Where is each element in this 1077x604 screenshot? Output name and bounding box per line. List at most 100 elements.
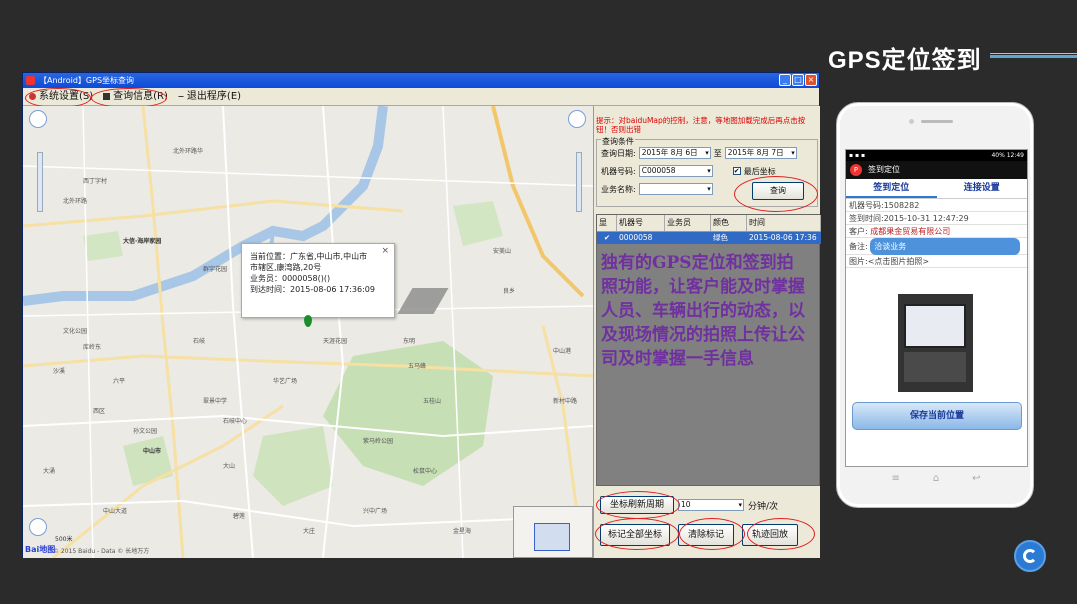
status-time: 12:49: [1006, 152, 1024, 159]
warning-text: 提示：对baiduMap的控制，注意，等地图加载完成后再点击按钮！否则出错: [596, 116, 806, 134]
map-label: 石岐: [193, 338, 206, 345]
refresh-period-select[interactable]: 10: [678, 499, 744, 511]
date-from-picker[interactable]: 2015年 8月 6日: [638, 147, 711, 159]
maximize-icon[interactable]: □: [792, 74, 804, 86]
map-label: 西丁字村: [83, 178, 108, 185]
highlight-oval-query: [91, 88, 167, 108]
query-group-title: 查询条件: [601, 136, 635, 147]
query-panel: 提示：对baiduMap的控制，注意，等地图加载完成后再点击按钮！否则出错 查询…: [593, 106, 821, 558]
photo-line: 图片:<点击图片拍照>: [846, 255, 1027, 268]
zoom-slider-right[interactable]: [576, 152, 582, 212]
map-view[interactable]: 北外环路 北外环路华 西丁字村 大信·海岸家园 群宇花园 文化公园 石岐 中山市…: [23, 106, 593, 558]
map-label: 西区: [93, 408, 106, 415]
feature-callout: 独有的GPS定位和签到拍照功能，让客户能及时掌握人员、车辆出行的动态，以及现场情…: [601, 253, 805, 369]
row-color[interactable]: 绿色: [711, 232, 747, 244]
map-label: 碧莲: [233, 513, 246, 520]
map-label: 六平: [113, 378, 126, 385]
map-label: 翠景中学: [203, 398, 228, 405]
customer-label: 客户:: [849, 227, 868, 236]
device-line: 机器号码:1508282: [846, 199, 1027, 212]
baidu-logo: Bai地图: [25, 545, 56, 554]
popup-line: 市辖区,康湾路,20号: [250, 263, 322, 272]
tab-signin[interactable]: 签到定位: [846, 179, 937, 198]
slide-title: GPS定位签到: [828, 47, 982, 74]
map-label: 华艺广场: [273, 378, 298, 385]
pan-control-left[interactable]: [29, 110, 47, 128]
map-label: 北外环路: [63, 198, 88, 205]
row-show-checkbox[interactable]: ✔: [597, 232, 617, 244]
minimap-viewport[interactable]: [534, 523, 570, 551]
map-label: 大涌: [43, 468, 56, 475]
pan-control-bottom[interactable]: [29, 518, 47, 536]
brand-logo-icon: [1014, 540, 1046, 572]
map-scale: 500米: [55, 536, 73, 543]
popup-line: 业务员：0000058()(): [250, 274, 331, 283]
close-icon[interactable]: ×: [805, 74, 817, 86]
menu-key-icon[interactable]: ≡: [891, 473, 899, 484]
customer-line[interactable]: 客户: 成都果金贸易有限公司: [846, 225, 1027, 238]
phone-mockup: ▪ ▪ ▪ 40% 12:49 P 签到定位 签到定位 连接设置 机器号码:15…: [836, 102, 1034, 508]
zoom-slider[interactable]: [37, 152, 43, 212]
grid-col-device[interactable]: 机器号: [617, 215, 665, 231]
grid-col-color[interactable]: 颜色: [711, 215, 747, 231]
highlight-oval-query-button: [734, 176, 818, 212]
phone-softkeys: ≡ ⌂ ↩: [837, 473, 1035, 484]
map-label: 五马峰: [408, 363, 427, 370]
window-titlebar[interactable]: 【Android】GPS坐标查询 _ □ ×: [23, 73, 819, 88]
map-label: 群宇花园: [203, 266, 228, 273]
photo-thumbnail[interactable]: [898, 294, 973, 392]
grid-col-show[interactable]: 显示: [597, 215, 617, 241]
tab-connection[interactable]: 连接设置: [937, 179, 1028, 198]
result-grid: 显示 机器号 业务员 颜色 时间 ✔ 0000058 绿色 2015-08-06…: [596, 214, 821, 486]
grid-col-staff[interactable]: 业务员: [665, 215, 711, 231]
date-row: 查询日期: 2015年 8月 6日 至 2015年 8月 7日: [601, 147, 797, 159]
back-key-icon[interactable]: ↩: [972, 473, 980, 484]
device-select[interactable]: C000058: [638, 165, 713, 177]
minimize-icon[interactable]: _: [779, 74, 791, 86]
biz-label: 业务名称:: [601, 184, 636, 194]
exit-icon: [177, 96, 184, 97]
customer-value: 成都果金贸易有限公司: [870, 227, 951, 236]
table-row[interactable]: ✔ 0000058 绿色 2015-08-06 17:36: [597, 232, 821, 244]
map-roads: [23, 106, 593, 558]
grid-col-time[interactable]: 时间: [747, 215, 821, 231]
map-label: 沙溪: [53, 368, 66, 375]
desktop-window: 【Android】GPS坐标查询 _ □ × 系统设置(S) 查询信息(R) 退…: [22, 72, 821, 558]
title-rule-accent: [990, 53, 1077, 54]
map-label: 北外环路华: [173, 148, 204, 155]
menu-label: 退出程序(E): [186, 90, 242, 102]
map-label: 中山大道: [103, 508, 128, 515]
popup-line: 当前位置：广东省,中山市,中山市: [250, 252, 368, 261]
save-location-button[interactable]: 保存当前位置: [852, 402, 1022, 430]
popup-close-icon[interactable]: ×: [381, 246, 389, 257]
status-right: 40% 12:49: [991, 150, 1024, 161]
note-line: 备注: 洽谈业务: [846, 238, 1027, 255]
menu-exit[interactable]: 退出程序(E): [177, 88, 242, 105]
map-label: 库岭东: [83, 344, 102, 351]
biz-select[interactable]: [638, 183, 713, 195]
map-label: 天涯花园: [323, 338, 348, 345]
signin-time-line: 签到时间:2015-10-31 12:47:29: [846, 212, 1027, 225]
map-label: 石岐中心: [223, 418, 248, 425]
home-key-icon[interactable]: ⌂: [933, 473, 939, 484]
date-to-label: 至: [713, 148, 722, 158]
pan-control-right[interactable]: [568, 110, 586, 128]
photo-screen: [904, 304, 966, 348]
date-to-picker[interactable]: 2015年 8月 7日: [724, 147, 797, 159]
highlight-oval-refresh: [596, 491, 680, 519]
note-label: 备注:: [849, 242, 868, 251]
window-title: 【Android】GPS坐标查询: [39, 76, 135, 85]
map-label: 东明: [403, 338, 416, 345]
latest-checkbox[interactable]: ✔: [732, 167, 741, 175]
row-time: 2015-08-06 17:36: [749, 233, 817, 242]
location-popup: × 当前位置：广东省,中山市,中山市 市辖区,康湾路,20号 业务员：00000…: [241, 243, 395, 318]
date-label: 查询日期:: [601, 148, 636, 158]
device-label: 机器号码:: [601, 166, 636, 176]
note-input[interactable]: 洽谈业务: [870, 238, 1021, 255]
title-rule: [990, 55, 1077, 58]
map-label: 文化公园: [63, 328, 88, 335]
status-bar: ▪ ▪ ▪ 40% 12:49: [846, 150, 1027, 161]
map-label: 大庄: [303, 528, 316, 535]
map-label: 松鼠中心: [413, 468, 438, 475]
overview-minimap[interactable]: [513, 506, 593, 558]
